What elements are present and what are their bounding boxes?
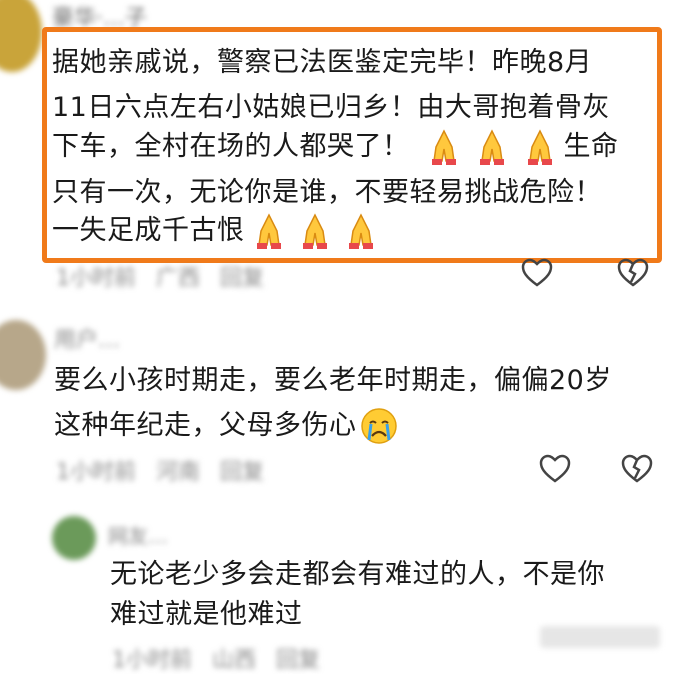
crying-face-icon	[359, 406, 399, 446]
pray-icon	[341, 211, 381, 251]
pray-icon	[249, 211, 289, 251]
comment1-line3: 下车，全村在场的人都哭了！ 生命	[52, 124, 619, 169]
comment2-like-button[interactable]	[538, 452, 572, 486]
comment1-location: 广西	[156, 266, 201, 291]
username-reply1[interactable]: 网友…	[108, 520, 168, 549]
reply1-location: 山西	[212, 648, 257, 673]
broken-heart-icon	[617, 258, 649, 287]
reply1-line1: 无论老少多会走都会有难过的人，不是你	[110, 559, 605, 590]
pray-icon	[472, 127, 512, 167]
avatar-comment2[interactable]	[0, 320, 46, 390]
comment2-line1: 要么小孩时期走，要么老年时期走，偏偏20岁	[54, 365, 612, 396]
pray-icon	[424, 127, 464, 167]
comment2-meta: 1小时前 河南 回复	[56, 454, 264, 486]
avatar-reply1[interactable]	[52, 516, 96, 560]
comment1-like-button[interactable]	[520, 256, 554, 290]
heart-outline-icon	[539, 454, 571, 483]
comment1-line1: 据她亲戚说，警察已法医鉴定完毕！昨晚8月	[52, 47, 593, 78]
reply1-line2: 难过就是他难过	[110, 599, 303, 630]
comment2-location: 河南	[156, 460, 201, 485]
reply1-meta: 1小时前 山西 回复	[112, 642, 320, 674]
pray-icon	[295, 211, 335, 251]
pray-icon	[520, 127, 560, 167]
comment1-line5: 一失足成千古恨	[52, 208, 381, 253]
reply1-reply-button[interactable]: 回复	[276, 642, 320, 674]
username-comment2[interactable]: 用户…	[54, 322, 120, 354]
comment1-reply-button[interactable]: 回复	[220, 260, 264, 292]
comment1-line3-text: 下车，全村在场的人都哭了！	[52, 131, 410, 162]
comment2-time: 1小时前	[56, 460, 136, 485]
heart-outline-icon	[521, 258, 553, 287]
avatar-comment1[interactable]	[0, 0, 42, 72]
comment1-time: 1小时前	[56, 266, 136, 291]
broken-heart-icon	[621, 454, 653, 483]
comment2-dislike-button[interactable]	[620, 452, 654, 486]
comment1-line5-text: 一失足成千古恨	[52, 215, 245, 246]
comment1-line3-tail: 生命	[563, 131, 619, 162]
reply1-time: 1小时前	[112, 648, 192, 673]
comment2-line2-text: 这种年纪走，父母多伤心	[54, 410, 357, 441]
comment2-reply-button[interactable]: 回复	[220, 454, 264, 486]
pray-emoji-group	[424, 127, 560, 167]
pray-emoji-group-2	[249, 211, 381, 251]
watermark	[540, 626, 660, 648]
comment1-meta: 1小时前 广西 回复	[56, 260, 264, 292]
comment1-dislike-button[interactable]	[616, 256, 650, 290]
comment2-line2: 这种年纪走，父母多伤心	[54, 403, 399, 448]
